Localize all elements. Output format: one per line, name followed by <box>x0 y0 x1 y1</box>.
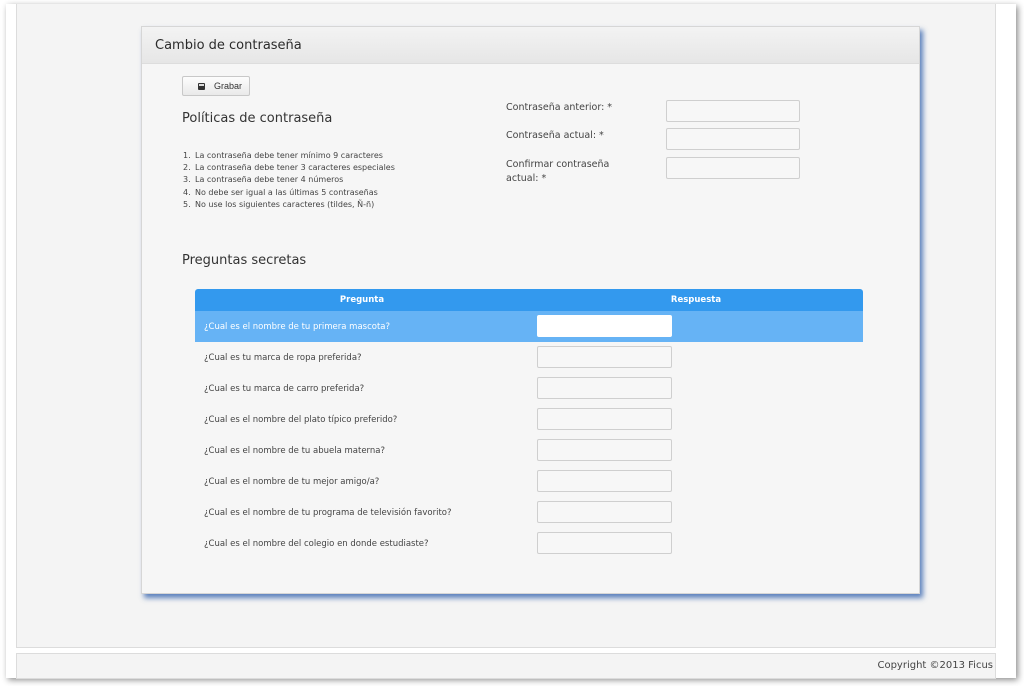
policy-item: 2. La contraseña debe tener 3 caracteres … <box>183 162 395 174</box>
table-row[interactable]: ¿Cual es el nombre de tu primera mascota… <box>195 311 863 342</box>
copyright-text: Copyright ©2013 Ficus <box>877 660 993 671</box>
policy-text: La contraseña debe tener mínimo 9 caract… <box>195 151 383 160</box>
current-password-label: Contraseña actual: * <box>506 130 604 141</box>
table-header: Pregunta Respuesta <box>195 289 863 311</box>
page-area: Cambio de contraseña Grabar Políticas de… <box>16 4 996 648</box>
policy-item: 3. La contraseña debe tener 4 números <box>183 174 395 186</box>
previous-password-label: Contraseña anterior: * <box>506 102 613 113</box>
policy-item: 5. No use los siguientes caracteres (tild… <box>183 199 395 211</box>
policy-item: 1. La contraseña debe tener mínimo 9 cara… <box>183 150 395 162</box>
question-text: ¿Cual es tu marca de carro preferida? <box>204 384 365 394</box>
answer-input[interactable] <box>537 532 672 554</box>
policy-text: No debe ser igual a las últimas 5 contra… <box>195 187 378 197</box>
current-password-input[interactable] <box>666 128 800 150</box>
question-text: ¿Cual es el nombre de tu primera mascota… <box>204 322 391 332</box>
policy-text: No use los siguientes caracteres (tildes… <box>195 199 375 209</box>
question-text: ¿Cual es el nombre del colegio en donde … <box>204 539 429 549</box>
answer-input[interactable] <box>537 439 672 461</box>
policies-list: 1. La contraseña debe tener mínimo 9 cara… <box>183 150 395 211</box>
policy-number: 2. <box>183 163 191 173</box>
table-row[interactable]: ¿Cual es el nombre de tu mejor amigo/a? <box>195 466 863 497</box>
panel-title: Cambio de contraseña <box>155 38 302 53</box>
table-row[interactable]: ¿Cual es tu marca de carro preferida? <box>195 373 863 404</box>
policy-number: 3. <box>183 175 191 185</box>
confirm-password-label: Confirmar contraseña actual: * <box>506 158 609 186</box>
table-row[interactable]: ¿Cual es el nombre de tu programa de tel… <box>195 497 863 528</box>
answer-input[interactable] <box>537 346 672 368</box>
policies-title: Políticas de contraseña <box>182 111 333 126</box>
column-header-answer: Respuesta <box>670 295 722 305</box>
policy-text: La contraseña debe tener 4 números <box>195 175 344 185</box>
password-change-panel: Cambio de contraseña Grabar Políticas de… <box>141 26 920 594</box>
answer-input[interactable] <box>537 501 672 523</box>
answer-input[interactable] <box>537 470 672 492</box>
answer-input[interactable] <box>537 377 672 399</box>
screenshot-frame: Cambio de contraseña Grabar Políticas de… <box>6 4 1016 679</box>
policy-number: 1. <box>183 151 191 160</box>
save-button[interactable]: Grabar <box>182 76 250 96</box>
confirm-password-input[interactable] <box>666 157 800 179</box>
previous-password-input[interactable] <box>666 100 800 122</box>
table-row[interactable]: ¿Cual es el nombre del colegio en donde … <box>195 528 863 559</box>
policy-number: 4. <box>183 187 191 197</box>
answer-input[interactable] <box>537 315 672 337</box>
table-row[interactable]: ¿Cual es tu marca de ropa preferida? <box>195 342 863 373</box>
question-text: ¿Cual es el nombre del plato típico pref… <box>204 415 398 425</box>
question-text: ¿Cual es el nombre de tu abuela materna? <box>204 446 386 456</box>
table-row[interactable]: ¿Cual es el nombre del plato típico pref… <box>195 404 863 435</box>
question-text: ¿Cual es el nombre de tu programa de tel… <box>204 508 452 518</box>
table-body: ¿Cual es el nombre de tu primera mascota… <box>195 311 863 559</box>
floppy-disk-icon <box>198 82 205 90</box>
save-button-label: Grabar <box>214 81 243 91</box>
answer-input[interactable] <box>537 408 672 430</box>
confirm-label-line2: actual: * <box>506 173 547 184</box>
policy-item: 4. No debe ser igual a las últimas 5 cont… <box>183 187 395 199</box>
column-header-question: Pregunta <box>339 295 385 305</box>
secret-questions-table: Pregunta Respuesta ¿Cual es el nombre de… <box>195 289 863 559</box>
question-text: ¿Cual es el nombre de tu mejor amigo/a? <box>204 477 380 487</box>
confirm-label-line1: Confirmar contraseña <box>506 159 610 170</box>
secret-questions-title: Preguntas secretas <box>182 253 307 268</box>
footer: Copyright ©2013 Ficus <box>16 653 996 679</box>
policy-text: La contraseña debe tener 3 caracteres es… <box>195 163 395 173</box>
panel-header: Cambio de contraseña <box>142 27 919 64</box>
policy-number: 5. <box>183 199 191 209</box>
table-row[interactable]: ¿Cual es el nombre de tu abuela materna? <box>195 435 863 466</box>
question-text: ¿Cual es tu marca de ropa preferida? <box>204 353 362 363</box>
